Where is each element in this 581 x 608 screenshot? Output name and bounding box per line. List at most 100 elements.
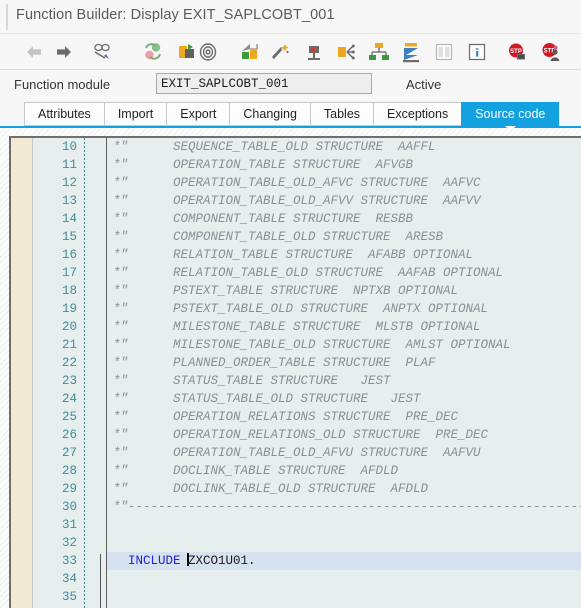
breakpoint-icon[interactable]: STP	[505, 40, 529, 64]
code-line[interactable]: *" PSTEXT_TABLE STRUCTURE NPTXB OPTIONAL	[107, 282, 581, 300]
function-module-row: Function module Active	[0, 71, 581, 100]
code-line-text	[107, 588, 113, 606]
code-line-text: *" OPERATION_TABLE_OLD_AFVV STRUCTURE AA…	[113, 194, 481, 208]
line-number: 19	[61, 302, 77, 316]
code-line-text	[107, 570, 113, 588]
tab-label: Exceptions	[387, 107, 449, 121]
code-line-text: *" OPERATION_RELATIONS_OLD STRUCTURE PRE…	[113, 428, 489, 442]
code-line-text: *" COMPONENT_TABLE STRUCTURE RESBB	[113, 212, 414, 226]
code-line-text: *" MILESTONE_TABLE STRUCTURE MLSTB OPTIO…	[113, 320, 481, 334]
code-line[interactable]: *" PLANNED_ORDER_TABLE STRUCTURE PLAF	[107, 354, 581, 372]
navigation-stack-icon[interactable]	[367, 40, 391, 64]
line-number: 16	[61, 248, 77, 262]
insert-statement-icon[interactable]	[303, 40, 327, 64]
code-line-text	[107, 516, 113, 534]
code-line[interactable]: *"--------------------------------------…	[107, 498, 581, 516]
code-line[interactable]: *" OPERATION_TABLE STRUCTURE AFVGB	[107, 156, 581, 174]
tab-changing[interactable]: Changing	[229, 102, 310, 126]
code-line-text: *"--------------------------------------…	[113, 500, 581, 514]
back-icon[interactable]	[22, 40, 46, 64]
title-accent-bar	[6, 4, 8, 30]
documentation-icon[interactable]	[432, 40, 456, 64]
code-line[interactable]: *" COMPONENT_TABLE STRUCTURE RESBB	[107, 210, 581, 228]
line-number: 10	[61, 140, 77, 154]
block-bracket	[100, 554, 107, 608]
line-number: 35	[61, 590, 77, 604]
tab-label: Export	[180, 107, 217, 121]
line-number: 31	[61, 518, 77, 532]
function-module-input[interactable]	[156, 73, 372, 94]
include-keyword: INCLUDE	[128, 554, 181, 568]
code-line[interactable]: *" DOCLINK_TABLE_OLD STRUCTURE AFDLD	[107, 480, 581, 498]
tab-import[interactable]: Import	[103, 102, 167, 126]
title-bar: Function Builder: Display EXIT_SAPLCOBT_…	[0, 0, 581, 34]
code-line[interactable]: *" MILESTONE_TABLE_OLD STRUCTURE AMLST O…	[107, 336, 581, 354]
line-number: 21	[61, 338, 77, 352]
code-line-text: *" OPERATION_TABLE_OLD_AFVC STRUCTURE AA…	[113, 176, 481, 190]
tab-label: Import	[117, 107, 154, 121]
display-change-glasses-icon[interactable]	[90, 40, 114, 64]
code-line-text: *" STATUS_TABLE STRUCTURE JEST	[113, 374, 391, 388]
line-number: 15	[61, 230, 77, 244]
code-line[interactable]: *" OPERATION_RELATIONS STRUCTURE PRE_DEC	[107, 408, 581, 426]
pattern-spiral-icon[interactable]	[196, 40, 220, 64]
tab-export[interactable]: Export	[166, 102, 230, 126]
line-number: 18	[61, 284, 77, 298]
tab-source-code[interactable]: Source code	[461, 102, 560, 126]
code-line[interactable]: *" PSTEXT_TABLE_OLD STRUCTURE ANPTX OPTI…	[107, 300, 581, 318]
code-text-area[interactable]: *" SEQUENCE_TABLE_OLD STRUCTURE AAFFL *" …	[100, 138, 581, 608]
refresh-other-object-icon[interactable]	[141, 40, 165, 64]
line-number: 27	[61, 446, 77, 460]
code-line-text: *" STATUS_TABLE_OLD STRUCTURE JEST	[113, 392, 421, 406]
code-line[interactable]: *" RELATION_TABLE_OLD STRUCTURE AAFAB OP…	[107, 264, 581, 282]
code-line[interactable]: *" OPERATION_TABLE_OLD_AFVC STRUCTURE AA…	[107, 174, 581, 192]
code-line[interactable]	[107, 516, 581, 534]
code-line[interactable]: *" DOCLINK_TABLE STRUCTURE AFDLD	[107, 462, 581, 480]
code-line-text: *" OPERATION_TABLE STRUCTURE AFVGB	[113, 158, 414, 172]
line-number: 14	[61, 212, 77, 226]
tab-label: Source code	[475, 107, 546, 121]
code-line[interactable]: *" OPERATION_TABLE_OLD_AFVU STRUCTURE AA…	[107, 444, 581, 462]
code-line-text: *" PSTEXT_TABLE STRUCTURE NPTXB OPTIONAL	[113, 284, 459, 298]
code-line[interactable]: *" COMPONENT_TABLE_OLD STRUCTURE ARESB	[107, 228, 581, 246]
code-line[interactable]	[107, 534, 581, 552]
tab-tables[interactable]: Tables	[309, 102, 374, 126]
code-line[interactable]: *" MILESTONE_TABLE STRUCTURE MLSTB OPTIO…	[107, 318, 581, 336]
code-line[interactable]: *" SEQUENCE_TABLE_OLD STRUCTURE AAFFL	[107, 138, 581, 156]
line-number: 26	[61, 428, 77, 442]
pretty-printer-wand-icon[interactable]	[268, 40, 292, 64]
code-line[interactable]	[107, 570, 581, 588]
session-breakpoint-icon[interactable]: STP	[539, 40, 563, 64]
gutter-dotted-rule	[84, 138, 85, 608]
code-line[interactable]: *" STATUS_TABLE_OLD STRUCTURE JEST	[107, 390, 581, 408]
tab-label: Tables	[323, 107, 361, 121]
tab-label: Changing	[243, 107, 297, 121]
code-line-text: *" OPERATION_RELATIONS STRUCTURE PRE_DEC	[113, 410, 459, 424]
editor-backdrop: 10 11 12 13 14 15 16 17 18 19 20 21 22 23 24 25 26 27 28 29…	[0, 128, 581, 608]
line-number: 13	[61, 194, 77, 208]
forward-icon[interactable]	[52, 40, 76, 64]
editor-marker-column[interactable]	[11, 138, 33, 608]
line-number: 17	[61, 266, 77, 280]
code-line-text: *" SEQUENCE_TABLE_OLD STRUCTURE AAFFL	[113, 140, 436, 154]
code-line[interactable]: *" STATUS_TABLE STRUCTURE JEST	[107, 372, 581, 390]
line-number: 25	[61, 410, 77, 424]
code-line[interactable]: INCLUDE ZXCO1U01.	[107, 552, 581, 570]
line-number: 22	[61, 356, 77, 370]
activate-icon[interactable]	[399, 40, 423, 64]
check-object-icon[interactable]	[238, 40, 262, 64]
code-line-text: *" PSTEXT_TABLE_OLD STRUCTURE ANPTX OPTI…	[113, 302, 489, 316]
tab-exceptions[interactable]: Exceptions	[373, 102, 462, 126]
source-code-editor[interactable]: 10 11 12 13 14 15 16 17 18 19 20 21 22 23 24 25 26 27 28 29…	[9, 136, 581, 608]
where-used-list-icon[interactable]	[334, 40, 358, 64]
code-line[interactable]: *" RELATION_TABLE STRUCTURE AFABB OPTION…	[107, 246, 581, 264]
line-number: 24	[61, 392, 77, 406]
code-line[interactable]	[107, 588, 581, 606]
line-number: 32	[61, 536, 77, 550]
tab-attributes[interactable]: Attributes	[24, 102, 104, 126]
info-icon[interactable]	[465, 40, 489, 64]
code-line-text: *" OPERATION_TABLE_OLD_AFVU STRUCTURE AA…	[113, 446, 481, 460]
code-line[interactable]: *" OPERATION_TABLE_OLD_AFVV STRUCTURE AA…	[107, 192, 581, 210]
code-line-text	[107, 534, 113, 552]
code-line[interactable]: *" OPERATION_RELATIONS_OLD STRUCTURE PRE…	[107, 426, 581, 444]
